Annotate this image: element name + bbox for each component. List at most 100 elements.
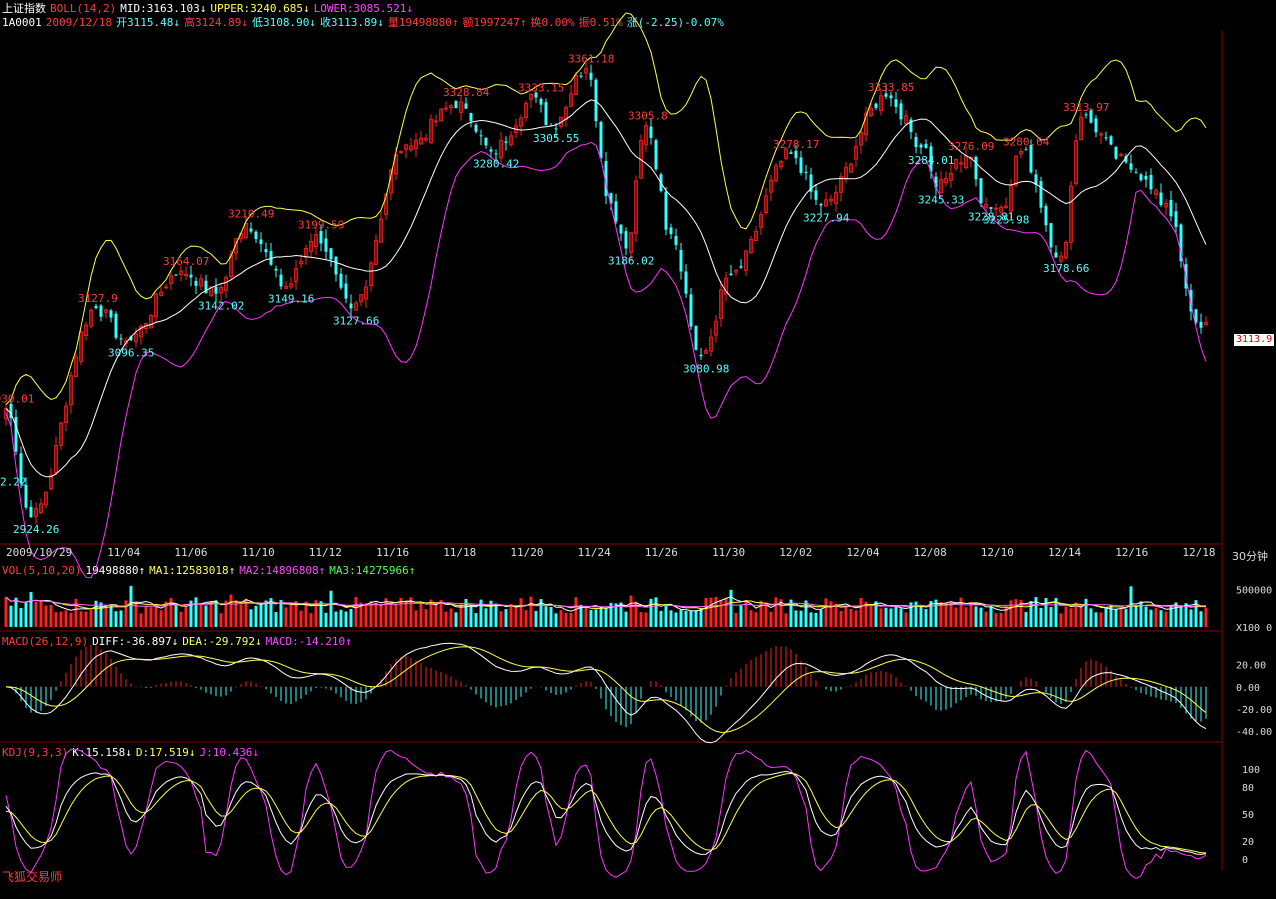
- volume-bar: [709, 597, 713, 627]
- volume-bar: [829, 601, 833, 627]
- volume-bar: [889, 608, 893, 627]
- volume-bar: [594, 609, 598, 627]
- volume-bar: [1089, 608, 1093, 627]
- candle-body: [814, 190, 818, 200]
- volume-bar: [354, 597, 358, 627]
- candle-body: [109, 310, 113, 318]
- volume-bar: [104, 605, 108, 627]
- volume-bar: [119, 610, 123, 627]
- candle-body: [674, 235, 678, 246]
- volume-bar: [84, 611, 88, 627]
- date-tick-label: 12/02: [779, 546, 812, 559]
- candle-body: [789, 152, 793, 154]
- volume-bar: [109, 604, 113, 627]
- volume-bar: [589, 609, 593, 627]
- date-tick-label: 2009/10/29: [6, 546, 72, 559]
- candle-body: [729, 273, 733, 276]
- volume-bar: [49, 604, 53, 627]
- price-extreme-label: 3284.01: [908, 154, 954, 167]
- candle-body: [1129, 163, 1133, 170]
- boll-upper-line: [5, 12, 1207, 405]
- volume-bar: [869, 606, 873, 627]
- volume-bar: [64, 610, 68, 627]
- volume-bar: [809, 612, 813, 627]
- volume-bar: [834, 603, 838, 627]
- volume-bar: [449, 608, 453, 627]
- date-tick-label: 12/08: [914, 546, 947, 559]
- volume-bar: [484, 608, 488, 627]
- volume-bar: [204, 605, 208, 627]
- volume-bar: [654, 597, 658, 627]
- price-extreme-label: 3280.42: [473, 158, 519, 171]
- price-extreme-label: 3280.64: [1003, 135, 1050, 148]
- candle-body: [1114, 146, 1118, 159]
- volume-bar: [474, 613, 478, 627]
- volume-bar: [329, 590, 333, 627]
- volume-bar: [649, 598, 653, 627]
- volume-bar: [999, 612, 1003, 627]
- vol-axis-tick: 500000: [1236, 585, 1272, 596]
- candle-body: [1149, 174, 1153, 190]
- volume-bar: [959, 597, 963, 627]
- volume-bar: [239, 604, 243, 627]
- volume-bar: [509, 603, 513, 627]
- volume-bar: [1099, 612, 1103, 627]
- volume-bar: [1064, 606, 1068, 627]
- volume-bar: [194, 597, 198, 627]
- price-extreme-label: 3186.02: [608, 254, 654, 267]
- candle-body: [624, 231, 628, 249]
- candle-body: [494, 153, 498, 155]
- kdj-axis-tick: 0: [1242, 855, 1248, 866]
- volume-bar: [644, 612, 648, 627]
- price-extreme-label: 3225.98: [983, 213, 1029, 226]
- candle-body: [1144, 175, 1148, 180]
- candle-body: [1029, 144, 1033, 173]
- left-edge-label: 2.22: [0, 476, 27, 489]
- volume-bar: [904, 612, 908, 627]
- candle-body: [989, 207, 993, 209]
- volume-bar: [444, 611, 448, 627]
- stock-chart[interactable]: 3030.01 2924.26 3127.9 3096.35 3164.07 3142.0…: [0, 0, 1276, 899]
- volume-bar: [1114, 609, 1118, 627]
- candle-body: [99, 305, 103, 317]
- volume-bar: [159, 610, 163, 627]
- volume-bar: [1124, 609, 1128, 627]
- candle-body: [689, 294, 693, 327]
- volume-bar: [824, 598, 828, 627]
- candle-body: [1174, 211, 1178, 228]
- price-extreme-label: 3149.16: [268, 292, 314, 305]
- volume-bar: [674, 612, 678, 627]
- volume-bar: [74, 598, 78, 627]
- volume-bar: [899, 608, 903, 627]
- candle-body: [884, 93, 888, 97]
- volume-bar: [1039, 607, 1043, 627]
- volume-bar: [879, 608, 883, 627]
- volume-bar: [424, 609, 428, 627]
- price-extreme-label: 3127.9: [78, 292, 118, 305]
- candle-body: [919, 144, 923, 148]
- volume-bar: [379, 603, 383, 627]
- candle-body: [589, 72, 593, 80]
- volume-bar: [1059, 613, 1063, 627]
- volume-bar: [1119, 608, 1123, 627]
- volume-bar: [554, 613, 558, 627]
- date-tick-label: 12/16: [1115, 546, 1148, 559]
- volume-bar: [734, 612, 738, 627]
- volume-bar: [524, 610, 528, 627]
- volume-bar: [1134, 606, 1138, 627]
- volume-bar: [919, 606, 923, 627]
- volume-bar: [19, 607, 23, 627]
- volume-bar: [514, 608, 518, 627]
- volume-bar: [34, 601, 38, 627]
- candle-body: [739, 266, 743, 268]
- candle-body: [29, 506, 33, 518]
- candle-body: [1024, 149, 1028, 151]
- candle-body: [654, 140, 658, 170]
- candle-body: [899, 103, 903, 120]
- volume-bar: [54, 612, 58, 627]
- volume-bar: [849, 608, 853, 627]
- price-extreme-label: 3030.01: [0, 393, 34, 406]
- candle-body: [874, 103, 878, 108]
- volume-bar: [289, 602, 293, 627]
- volume-bar: [1109, 604, 1113, 627]
